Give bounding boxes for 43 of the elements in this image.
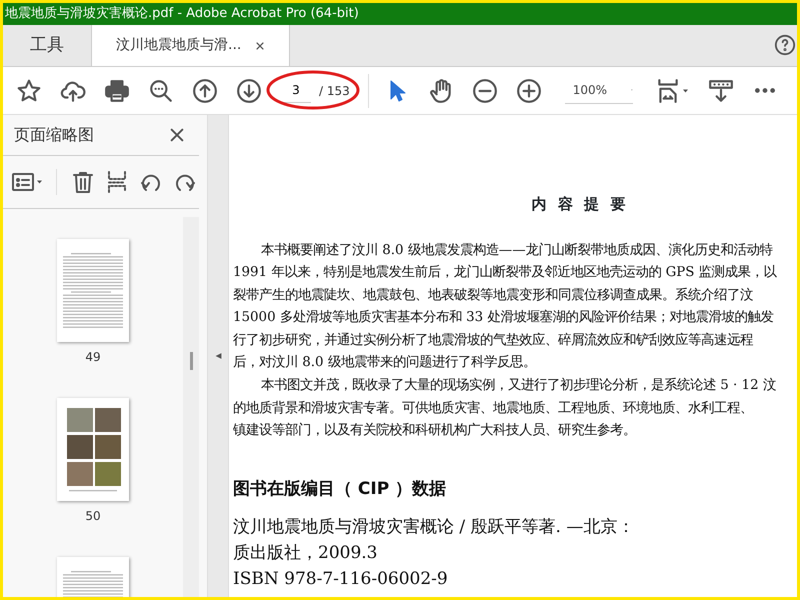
text-line: 本书概要阐述了汶川 8.0 级地震发震构造——龙门山断裂带地质成因、演化历史和活动特: [260, 242, 774, 260]
section-heading: 图书在版编目（ CIP ）数据: [233, 478, 448, 501]
text-line: 的地质背景和滑坡灾害专著。可供地质灾害、地震地质、工程地质、环境地质、水利工程、: [233, 400, 754, 418]
arrow-down-icon: [236, 78, 262, 104]
star-icon: [16, 78, 42, 104]
tab[interactable]: 汶川地震地质与滑...: [91, 25, 290, 66]
heading: 内 容 提 要: [530, 194, 630, 215]
ruler-arrow-icon: [708, 78, 734, 104]
tab[interactable]: 工具: [3, 25, 91, 66]
page-thumbnail[interactable]: [57, 398, 129, 501]
collapse-handle[interactable]: [208, 115, 228, 597]
minus-circle-icon: [472, 78, 498, 104]
text-line: 后，对汶川 8.0 级地震带来的问题进行了科学反思。: [233, 354, 537, 372]
plus-circle-icon: [516, 78, 542, 104]
text-line: 1991 年以来，特别是地震发生前后，龙门山断裂带及邻近地区地壳运动的 GPS 监测成果，以: [233, 264, 778, 282]
scrollbar[interactable]: [183, 217, 199, 597]
close-icon: [169, 127, 185, 143]
more-icon: [754, 88, 775, 93]
magnifier-icon: [148, 78, 174, 104]
text-line: 裂带产生的地震陡坎、地震鼓包、地表破裂等地震变形和同震位移调查成果。系统介绍了汶: [233, 286, 754, 305]
window-title: 地震地质与滑坡灾害概论.pdf - Adobe Acrobat Pro (64-bit): [3, 3, 797, 25]
help-icon: [774, 34, 796, 56]
text-line: 质出版社，2009.3: [233, 542, 378, 566]
text-line: 汶川地震地质与滑坡灾害概论 / 殷跃平等著. —北京：: [233, 516, 636, 540]
zoom-dropdown[interactable]: 100%: [564, 77, 633, 104]
arrow-up-icon: [192, 78, 218, 104]
caret-icon: [681, 88, 690, 94]
page-label: 49: [85, 349, 101, 366]
hand-icon: [428, 78, 454, 104]
text-line: ISBN 978-7-116-06002-9: [233, 568, 449, 592]
triangle-left-icon: [214, 351, 222, 361]
printer-icon: [104, 78, 130, 104]
caret-icon: [35, 179, 44, 185]
page-label: 50: [85, 508, 101, 525]
text-line: 镇建设等部门，以及有关院校和科研机构广大科技人员、研究生参考。: [233, 422, 637, 440]
page-thumbnail[interactable]: [57, 239, 129, 342]
text-line: 行了初步研究，并通过实例分析了地震滑坡的气垫效应、碎屑流效应和铲刮效应等高速远程: [233, 332, 754, 350]
trash-icon: [70, 170, 95, 194]
list-icon: [11, 170, 35, 194]
text-line: 15000 多处滑坡等地质灾害基本分布和 33 处滑坡堰塞湖的风险评价结果；对地震滑坡的触发: [233, 308, 774, 328]
text-line: 本书图文并茂，既收录了大量的现场实例，又进行了初步理论分析，是系统论述 5 · 12 汶: [260, 376, 777, 396]
panel-title: 页面缩略图: [14, 124, 94, 146]
page-count: / 153: [319, 82, 350, 100]
